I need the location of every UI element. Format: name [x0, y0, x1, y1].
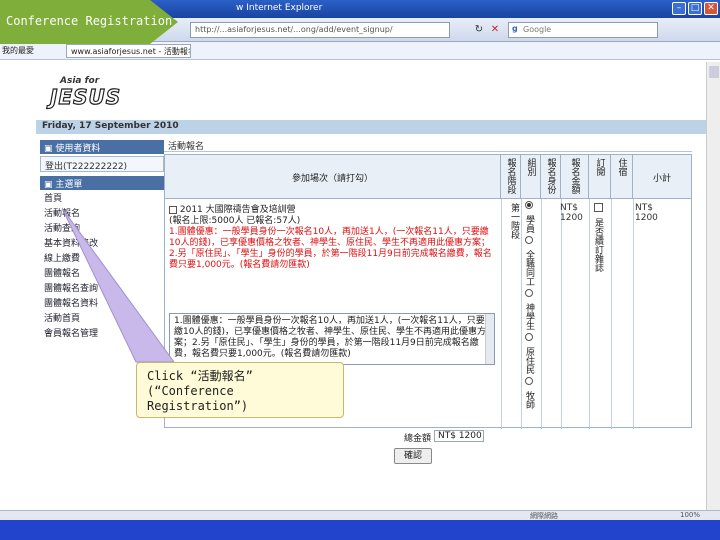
- taskbar: [0, 520, 720, 540]
- search-input[interactable]: g Google: [508, 22, 658, 38]
- menu-icon: ▣: [44, 180, 56, 190]
- stop-icon[interactable]: ✕: [488, 23, 502, 37]
- column-divider: [541, 199, 542, 429]
- column-divider: [589, 199, 590, 429]
- header-fee-text: 報名金額: [569, 158, 580, 194]
- close-button[interactable]: ✕: [704, 2, 718, 15]
- header-subtotal: 小計: [633, 155, 691, 199]
- callout-click-instruction: Click “活動報名” (“Conference Registration”): [136, 362, 344, 418]
- google-icon: g: [512, 24, 518, 33]
- total-value: NT$ 1200: [434, 430, 484, 442]
- sidebar-section-menu: ▣ 主選單: [40, 176, 164, 190]
- date-bar: Friday, 17 September 2010: [36, 120, 706, 134]
- sidebar-section-user-label: 使用者資料: [55, 144, 101, 154]
- favorites-button[interactable]: 我的最愛: [2, 45, 34, 56]
- status-bar: 網際網路 100%: [0, 510, 720, 520]
- window-title: w Internet Explorer: [236, 3, 323, 13]
- header-subscribe-text: 訂閱: [594, 158, 605, 176]
- identity-option-pastor[interactable]: 牧師: [519, 377, 539, 409]
- maximize-button[interactable]: □: [688, 2, 702, 15]
- event-notes: 1.團體優惠：一般學員身份一次報名10人，再加送1人，(一次報名11人，只要繳1…: [169, 227, 492, 270]
- header-lodging: 住宿: [611, 155, 633, 199]
- header-stage: 報名階段: [501, 155, 521, 199]
- identity-label: 神學生: [524, 303, 534, 330]
- column-divider: [611, 199, 612, 429]
- event-limit: (報名上限:5000人 已報名:57人): [169, 216, 301, 226]
- radio-icon[interactable]: [525, 236, 533, 244]
- zoom-level[interactable]: 100%: [680, 511, 700, 519]
- url-field[interactable]: http://...asiaforjesus.net/...ong/add/ev…: [190, 22, 450, 38]
- page-scrollbar[interactable]: [706, 62, 720, 510]
- total-label: 總金額: [404, 434, 432, 444]
- confirm-button[interactable]: 確認: [394, 448, 432, 464]
- column-divider: [501, 199, 502, 429]
- callout-pointer-shape: [61, 207, 175, 363]
- renew-label: 是否續訂雜誌: [593, 218, 603, 272]
- identity-option-fulltime[interactable]: 全職同工: [519, 236, 539, 286]
- logout-link[interactable]: 登出(T222222222): [40, 156, 164, 172]
- identity-radio-group: 學員 全職同工 神學生 原住民 牧師: [519, 201, 539, 412]
- callout-line-3: Registration”): [147, 399, 249, 413]
- radio-icon[interactable]: [525, 377, 533, 385]
- radio-icon[interactable]: [525, 201, 533, 209]
- header-stage-text: 報名階段: [505, 158, 516, 194]
- identity-option-student[interactable]: 學員: [519, 201, 539, 233]
- radio-icon[interactable]: [525, 333, 533, 341]
- header-lodging-text: 住宿: [616, 158, 627, 176]
- scrollbar-thumb[interactable]: [709, 66, 719, 78]
- renew-magazine-option[interactable]: 是否續訂雜誌: [591, 203, 605, 275]
- callout-top-text: Conference Registration: [6, 14, 173, 28]
- search-placeholder: Google: [523, 25, 552, 34]
- sidebar-section-menu-label: 主選單: [55, 180, 83, 190]
- callout-conference-registration: Conference Registration: [0, 0, 178, 46]
- notes-textarea[interactable]: 1.團體優惠：一般學員身份一次報名10人，再加送1人，(一次報名11人，只要繳1…: [169, 313, 495, 365]
- subtotal-value: NT$ 1200: [635, 203, 658, 223]
- identity-label: 全職同工: [524, 250, 534, 286]
- event-name: 2011 大國際禱告會及培訓營: [179, 205, 296, 215]
- radio-icon[interactable]: [525, 289, 533, 297]
- identity-option-seminary[interactable]: 神學生: [519, 289, 539, 330]
- sidebar-section-user: ▣ 使用者資料: [40, 140, 164, 154]
- textarea-scrollbar[interactable]: [485, 314, 494, 364]
- identity-option-aboriginal[interactable]: 原住民: [519, 333, 539, 374]
- page-title: 活動報名: [164, 138, 692, 152]
- event-option: 2011 大國際禱告會及培訓營 (報名上限:5000人 已報名:57人) 1.團…: [169, 205, 497, 271]
- header-fee: 報名金額: [561, 155, 589, 199]
- header-group: 組別: [521, 155, 541, 199]
- callout-line-1: Click “活動報名”: [147, 369, 253, 383]
- identity-label: 學員: [524, 215, 534, 233]
- minimize-button[interactable]: –: [672, 2, 686, 15]
- header-identity-text: 報名身份: [545, 158, 556, 194]
- sidebar-item-home[interactable]: 首頁: [40, 192, 164, 207]
- user-icon: ▣: [44, 144, 56, 154]
- header-group-text: 組別: [525, 158, 536, 176]
- identity-label: 原住民: [524, 347, 534, 374]
- stage-value: 第一階段: [509, 203, 519, 239]
- header-identity: 報名身份: [541, 155, 561, 199]
- logo-jesus-text: JESUS: [49, 84, 122, 109]
- total-row: 總金額 NT$ 1200: [164, 430, 692, 444]
- main-content: 活動報名 參加場次（請打勾） 報名階段 組別 報名身份 報名金額 訂閱 住宿 小…: [164, 138, 692, 464]
- refresh-icon[interactable]: ↻: [472, 23, 486, 37]
- column-divider: [633, 199, 634, 429]
- callout-line-2: (“Conference: [147, 384, 234, 398]
- site-logo: Asia for JESUS: [49, 76, 132, 110]
- header-event: 參加場次（請打勾）: [165, 155, 501, 199]
- identity-label: 牧師: [524, 391, 534, 409]
- browser-tab[interactable]: www.asiaforjesus.net - 活動報名: [66, 44, 191, 58]
- notes-textarea-text: 1.團體優惠：一般學員身份一次報名10人，再加送1人，(一次報名11人，只要繳1…: [174, 316, 486, 359]
- fee-value: NT$ 1200: [560, 203, 583, 223]
- column-divider: [561, 199, 562, 429]
- renew-checkbox[interactable]: [593, 203, 603, 212]
- header-subscribe: 訂閱: [589, 155, 611, 199]
